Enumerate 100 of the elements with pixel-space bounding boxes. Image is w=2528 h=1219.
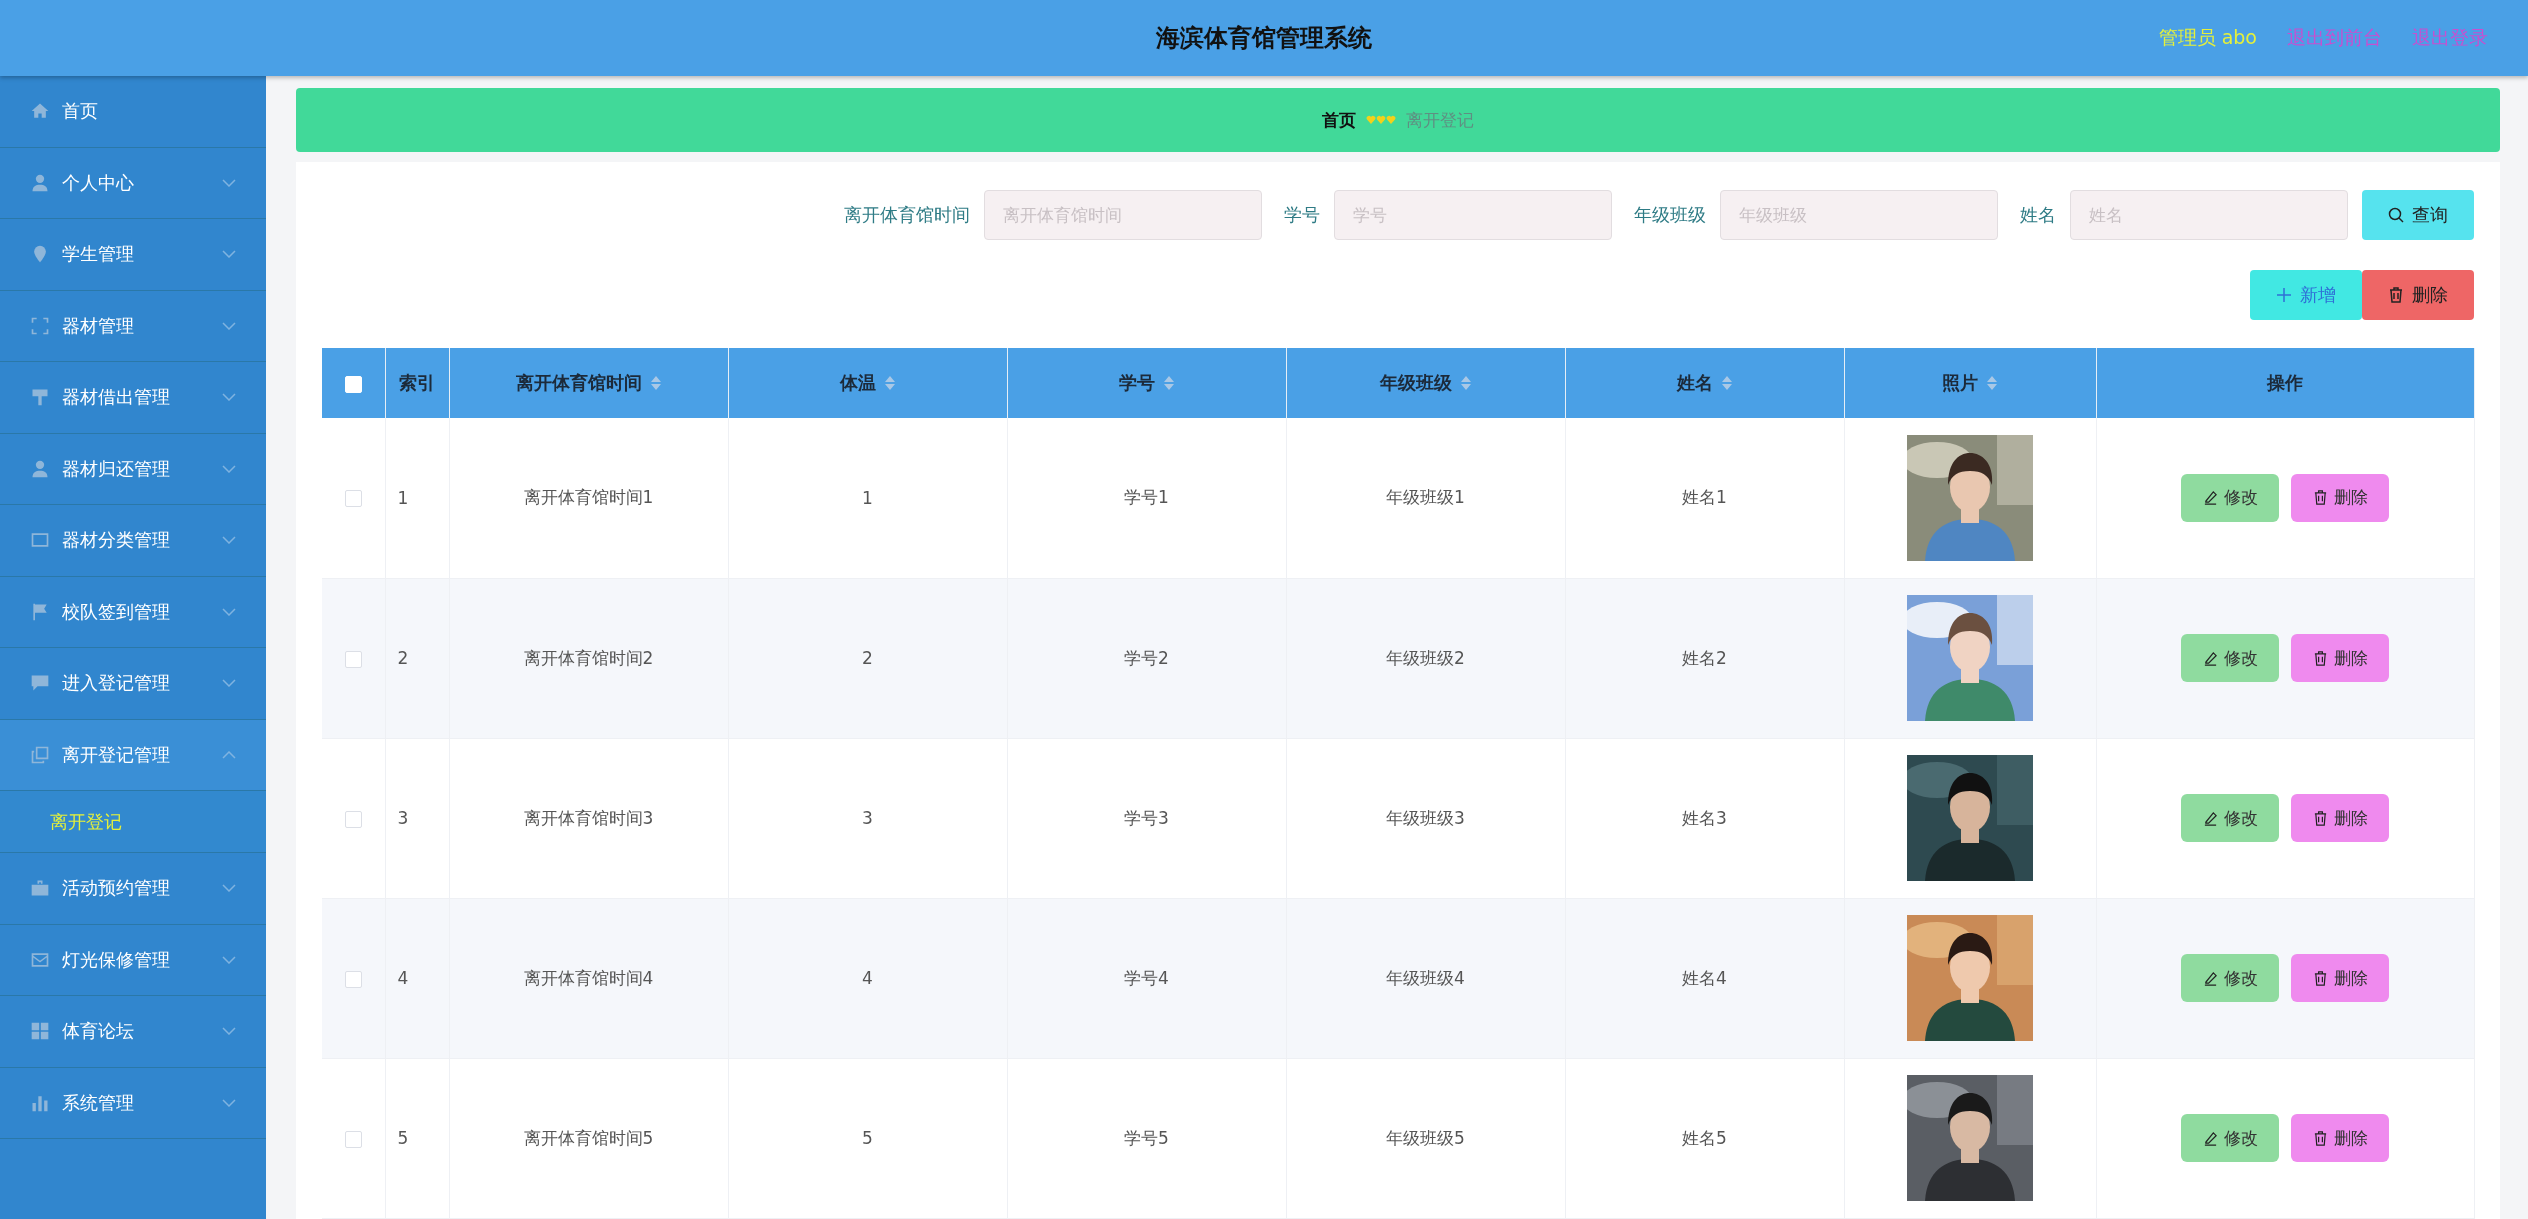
delete-button[interactable]: 删除	[2291, 1114, 2389, 1162]
trash-icon	[2312, 970, 2328, 986]
column-header[interactable]: 体温	[728, 348, 1007, 418]
chevron-down-icon	[222, 178, 236, 187]
sort-icon[interactable]	[1162, 375, 1175, 391]
chevron-down-icon	[222, 1027, 236, 1036]
trash-icon	[2312, 1130, 2328, 1146]
chevron-down-icon	[222, 679, 236, 688]
signpost-icon	[30, 387, 50, 408]
table-cell: 离开体育馆时间1	[523, 487, 654, 508]
field-label: 姓名	[2020, 203, 2056, 227]
chevron-up-icon	[222, 750, 236, 759]
table-cell: 离开体育馆时间5	[523, 1127, 654, 1148]
field-label: 学号	[1284, 203, 1320, 227]
field-label: 年级班级	[1634, 203, 1706, 227]
pencil-icon	[2202, 490, 2218, 506]
table-cell: 年级班级2	[1386, 647, 1465, 668]
breadcrumb-item[interactable]: 首页	[1322, 108, 1356, 132]
chevron-down-icon	[222, 884, 236, 893]
chevron-down-icon	[222, 607, 236, 616]
briefcase-icon	[30, 878, 50, 899]
delete-button[interactable]: 删除	[2362, 270, 2474, 320]
frame-icon	[30, 315, 50, 336]
user-name: 管理员 abo	[2158, 25, 2257, 50]
edit-button[interactable]: 修改	[2181, 634, 2279, 682]
table-cell: 学号1	[1124, 487, 1169, 508]
pencil-icon	[2202, 650, 2218, 666]
table-cell: 3	[862, 808, 873, 828]
table-cell: 3	[397, 808, 409, 828]
edit-button[interactable]: 修改	[2181, 473, 2279, 522]
column-header: 操作	[2096, 348, 2474, 418]
search-icon	[2388, 207, 2404, 223]
search-button[interactable]: 查询	[2362, 190, 2474, 240]
chevron-down-icon	[222, 321, 236, 330]
table-cell: 1	[862, 487, 873, 508]
edit-button[interactable]: 修改	[2181, 954, 2279, 1002]
pencil-icon	[2202, 1130, 2218, 1146]
table-cell: 学号4	[1124, 967, 1169, 988]
column-header[interactable]: 姓名	[1565, 348, 1844, 418]
table-cell: 2	[862, 648, 873, 668]
column-header[interactable]: 年级班级	[1286, 348, 1565, 418]
table-cell: 1	[397, 487, 409, 508]
table-cell: 学号5	[1124, 1127, 1169, 1148]
row-checkbox[interactable]	[344, 650, 362, 668]
sort-icon[interactable]	[883, 375, 896, 391]
pencil-icon	[2202, 970, 2218, 986]
chevron-down-icon	[222, 393, 236, 402]
app-title: 海滨体育馆管理系统	[1156, 23, 1372, 54]
sidebar-item[interactable]: 离开登记管理	[0, 719, 266, 791]
sort-icon[interactable]	[649, 375, 662, 391]
table-cell: 姓名4	[1682, 967, 1727, 988]
delete-button[interactable]: 删除	[2291, 473, 2389, 522]
sort-icon[interactable]	[1720, 375, 1733, 391]
table-cell: 姓名2	[1682, 647, 1727, 668]
grid-icon	[30, 1021, 50, 1042]
table-cell: 姓名5	[1682, 1127, 1727, 1148]
table-cell: 年级班级3	[1386, 807, 1465, 828]
table-cell: 学号3	[1124, 807, 1169, 828]
chevron-down-icon	[222, 250, 236, 259]
edit-button[interactable]: 修改	[2181, 1114, 2279, 1162]
chevron-down-icon	[222, 464, 236, 473]
field-label: 离开体育馆时间	[844, 203, 970, 227]
table-cell: 离开体育馆时间2	[523, 647, 654, 668]
user-icon	[30, 172, 50, 193]
row-checkbox[interactable]	[344, 1130, 362, 1148]
copy-icon	[30, 744, 50, 765]
breadcrumb-item: 离开登记	[1406, 108, 1474, 132]
trash-icon	[2312, 810, 2328, 826]
column-header[interactable]: 学号	[1007, 348, 1286, 418]
pencil-icon	[2202, 810, 2218, 826]
table-cell: 2	[397, 648, 409, 668]
table-cell: 年级班级4	[1386, 967, 1465, 988]
table-cell: 年级班级1	[1386, 487, 1465, 508]
trash-icon	[2312, 650, 2328, 666]
row-checkbox[interactable]	[344, 810, 362, 828]
table-cell: 年级班级5	[1386, 1127, 1465, 1148]
sort-icon[interactable]	[1459, 375, 1472, 391]
table-cell: 5	[862, 1128, 873, 1148]
table-cell: 4	[862, 968, 873, 988]
column-header[interactable]: 离开体育馆时间	[449, 348, 728, 418]
column-header[interactable]: 照片	[1844, 348, 2096, 418]
delete-button[interactable]: 删除	[2291, 794, 2389, 842]
table-cell: 离开体育馆时间4	[523, 967, 654, 988]
row-checkbox[interactable]	[344, 490, 362, 508]
table-cell: 4	[397, 968, 409, 988]
delete-button[interactable]: 删除	[2291, 634, 2389, 682]
trash-icon	[2312, 490, 2328, 506]
table-cell: 学号2	[1124, 647, 1169, 668]
chevron-down-icon	[222, 536, 236, 545]
edit-button[interactable]: 修改	[2181, 794, 2279, 842]
delete-button[interactable]: 删除	[2291, 954, 2389, 1002]
table-cell: 5	[397, 1128, 409, 1148]
sort-icon[interactable]	[1986, 375, 1998, 391]
table-cell: 姓名1	[1682, 487, 1727, 508]
row-checkbox[interactable]	[344, 970, 362, 988]
table-cell: 离开体育馆时间3	[523, 807, 654, 828]
chevron-down-icon	[222, 955, 236, 964]
select-all-checkbox[interactable]	[344, 376, 362, 393]
trash-icon	[2388, 287, 2404, 303]
add-button[interactable]: 新增	[2250, 270, 2362, 320]
